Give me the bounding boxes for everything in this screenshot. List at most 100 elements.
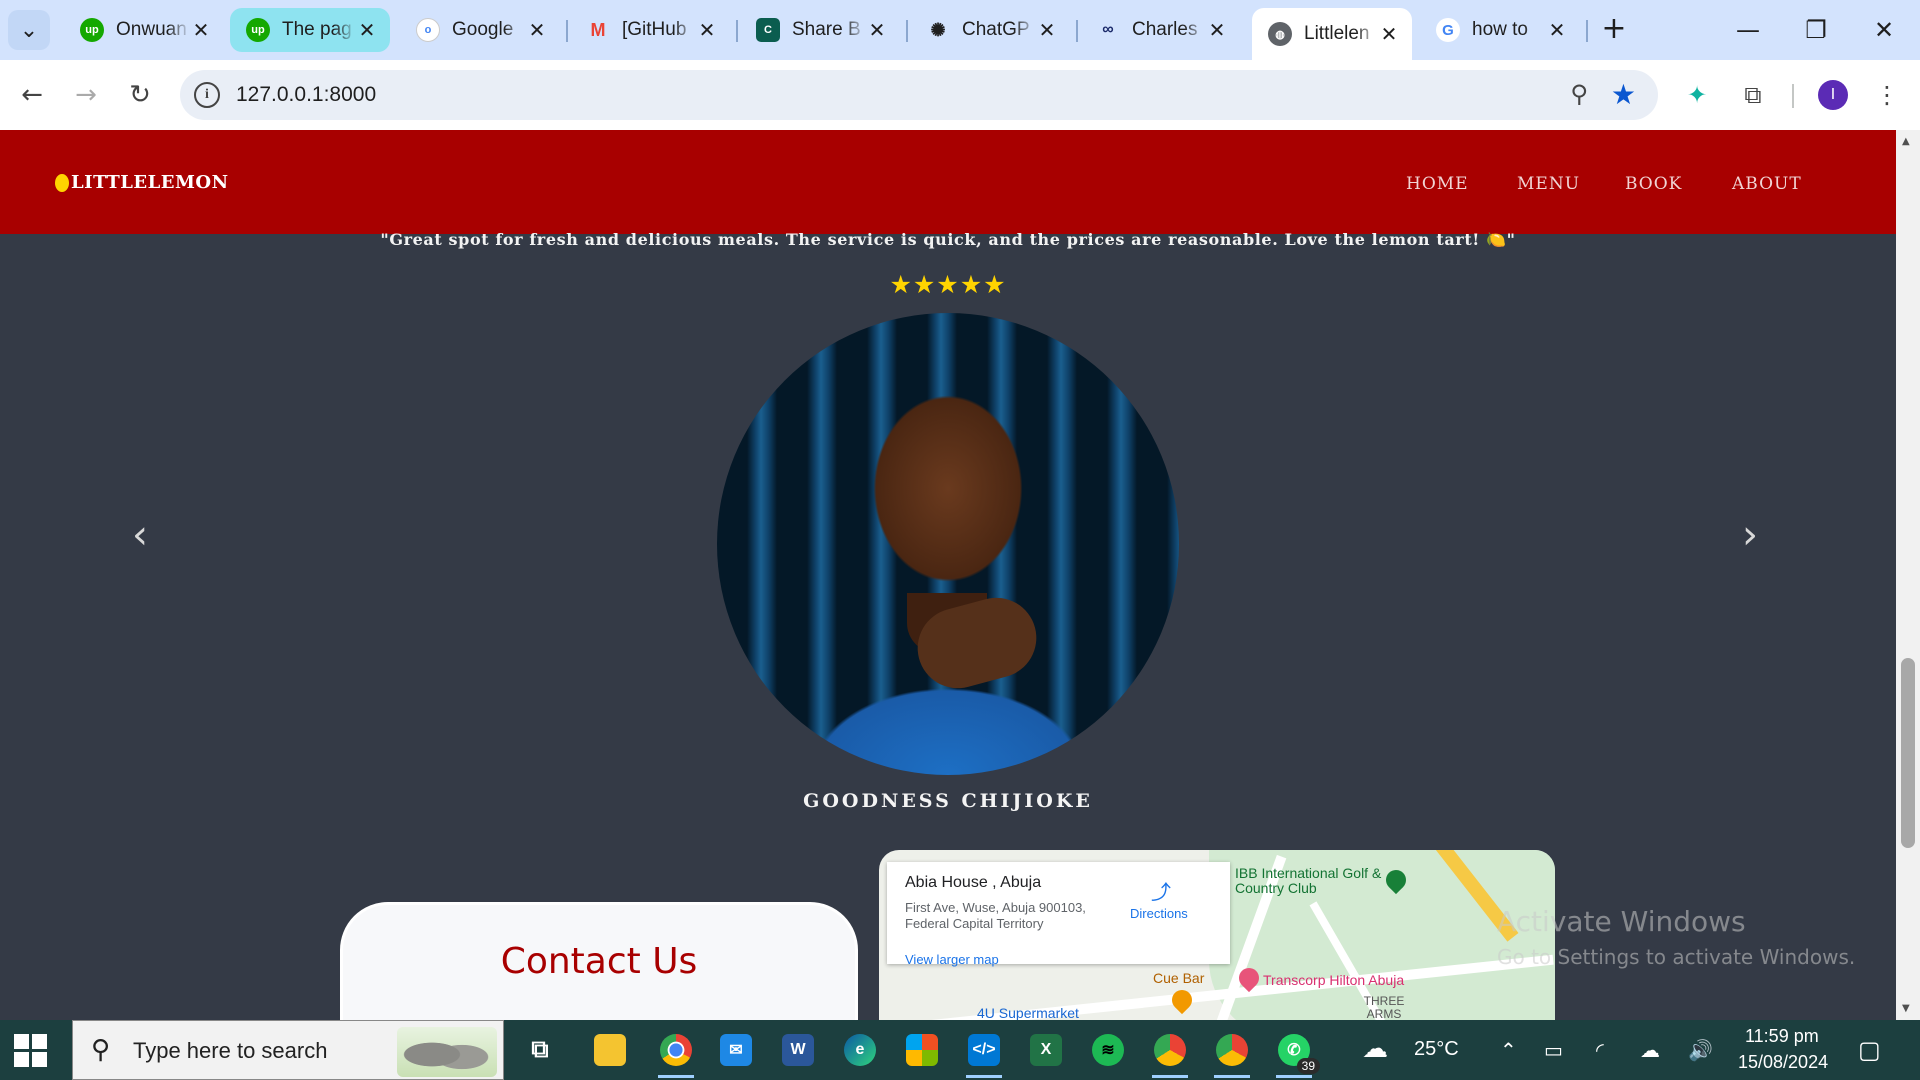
- tab[interactable]: C Share B ✕: [740, 8, 900, 52]
- map-label-three-arms-zone: THREE ARMS ZONE: [1363, 994, 1405, 1021]
- map-place-name: Abia House , Abuja: [905, 874, 1042, 891]
- clock-time[interactable]: 11:59 pm: [1745, 1026, 1819, 1047]
- windows-logo-icon: [14, 1052, 29, 1067]
- close-icon[interactable]: ✕: [1378, 22, 1400, 47]
- google-map-embed[interactable]: IBB International Golf & Country Club Cu…: [879, 850, 1555, 1020]
- site-info-icon[interactable]: i: [194, 82, 220, 108]
- reload-icon: ↻: [129, 80, 151, 110]
- close-icon[interactable]: ✕: [356, 18, 378, 43]
- windows-logo-icon: [32, 1034, 47, 1049]
- tab[interactable]: up The pag ✕: [230, 8, 390, 52]
- chrome-icon: [1154, 1034, 1186, 1066]
- clock-date[interactable]: 15/08/2024: [1738, 1052, 1828, 1073]
- chevron-up-icon[interactable]: ⌃: [1500, 1038, 1517, 1062]
- close-icon[interactable]: ✕: [866, 18, 888, 43]
- tab[interactable]: up Onwuan ✕: [64, 8, 224, 52]
- chatgpt-icon: ✺: [930, 19, 946, 40]
- bookmark-star-icon[interactable]: ★: [1611, 78, 1636, 111]
- tab-title: ChatGP: [962, 19, 1030, 40]
- close-window-button[interactable]: ✕: [1854, 8, 1914, 52]
- close-icon[interactable]: ✕: [696, 18, 718, 43]
- extensions-puzzle-icon[interactable]: ⧉: [1736, 78, 1770, 112]
- nav-home[interactable]: HOME: [1406, 174, 1469, 194]
- map-pin-icon[interactable]: [1167, 985, 1197, 1015]
- customer-portrait: [717, 313, 1179, 775]
- tab-title: Onwuan: [116, 19, 187, 40]
- reload-button[interactable]: ↻: [122, 77, 158, 113]
- excel-button[interactable]: X: [1022, 1028, 1070, 1072]
- address-bar[interactable]: i 127.0.0.1:8000 ⚲ ★: [180, 70, 1658, 120]
- file-explorer-button[interactable]: [586, 1028, 634, 1072]
- chrome-profile2-button[interactable]: [1146, 1028, 1194, 1078]
- edge-button[interactable]: e: [836, 1028, 884, 1072]
- onedrive-icon[interactable]: ☁: [1640, 1038, 1660, 1062]
- wifi-icon[interactable]: ◜: [1596, 1038, 1604, 1062]
- chrome-profile3-button[interactable]: [1208, 1028, 1256, 1078]
- store-icon: [906, 1034, 938, 1066]
- customer-name: GOODNESS CHIJIOKE: [803, 790, 1093, 812]
- chevron-down-icon: ⌄: [19, 17, 39, 43]
- restore-button[interactable]: ❐: [1786, 8, 1846, 52]
- ms-store-button[interactable]: [898, 1028, 946, 1072]
- whatsapp-button[interactable]: ✆ 39: [1270, 1028, 1320, 1078]
- word-button[interactable]: W: [774, 1028, 822, 1072]
- tab[interactable]: ✺ ChatGP ✕: [910, 8, 1070, 52]
- weather-cloud-icon[interactable]: ☁: [1362, 1034, 1388, 1064]
- nav-about[interactable]: ABOUT: [1732, 174, 1802, 194]
- tab[interactable]: ∞ Charles ✕: [1080, 8, 1240, 52]
- tab-title: Share B: [792, 19, 861, 40]
- rating-stars: ★★★★★: [889, 270, 1007, 299]
- contact-card: Contact Us: [340, 902, 858, 1020]
- close-icon[interactable]: ✕: [1546, 18, 1568, 43]
- carousel-prev-button[interactable]: ‹: [132, 512, 148, 558]
- battery-icon[interactable]: ▭: [1544, 1038, 1563, 1062]
- scrollbar-thumb[interactable]: [1901, 658, 1915, 848]
- chrome-taskbar-button[interactable]: [652, 1028, 700, 1078]
- directions-icon[interactable]: ⤴: [1149, 876, 1173, 904]
- menu-kebab-icon[interactable]: ⋮: [1870, 78, 1904, 112]
- notifications-icon[interactable]: ▢: [1858, 1036, 1881, 1064]
- tab[interactable]: M [GitHub ✕: [570, 8, 730, 52]
- vscode-button[interactable]: </>: [960, 1028, 1008, 1078]
- tab-search-button[interactable]: ⌄: [8, 10, 50, 50]
- scroll-up-icon[interactable]: ▲: [1902, 136, 1910, 147]
- nav-book[interactable]: BOOK: [1625, 174, 1682, 194]
- tab-active[interactable]: ◍ Littlelen ✕: [1252, 8, 1412, 60]
- close-icon[interactable]: ✕: [190, 18, 212, 43]
- nav-menu[interactable]: MENU: [1517, 174, 1580, 194]
- profile-avatar[interactable]: I: [1818, 80, 1848, 110]
- vscode-icon: </>: [968, 1034, 1000, 1066]
- page-scrollbar[interactable]: ▲ ▼: [1896, 130, 1920, 1020]
- directions-link[interactable]: Directions: [1130, 906, 1188, 921]
- close-icon[interactable]: ✕: [526, 18, 548, 43]
- tab-separator: [1586, 20, 1588, 42]
- weather-temperature[interactable]: 25°C: [1414, 1038, 1459, 1061]
- url-text[interactable]: 127.0.0.1:8000: [236, 83, 376, 107]
- zoom-icon[interactable]: ⚲: [1570, 80, 1588, 108]
- search-placeholder: Type here to search: [133, 1038, 328, 1063]
- forward-button[interactable]: →: [68, 77, 104, 113]
- volume-icon[interactable]: 🔊: [1688, 1038, 1713, 1062]
- close-icon[interactable]: ✕: [1206, 18, 1228, 43]
- tab-separator: [566, 20, 568, 42]
- spotify-button[interactable]: ≋: [1084, 1028, 1132, 1072]
- new-tab-button[interactable]: +: [1596, 12, 1632, 48]
- task-view-button[interactable]: ⧉: [516, 1028, 564, 1072]
- tab[interactable]: o Google ✕: [400, 8, 560, 52]
- taskbar-search-box[interactable]: ⚲ Type here to search: [72, 1020, 504, 1080]
- edge-icon: e: [844, 1034, 876, 1066]
- tab[interactable]: G how to ✕: [1420, 8, 1580, 52]
- back-button[interactable]: ←: [14, 77, 50, 113]
- gmail-icon: M: [590, 19, 606, 40]
- scroll-down-icon[interactable]: ▼: [1902, 1003, 1910, 1014]
- site-logo[interactable]: LITTLELEMON: [55, 172, 229, 193]
- view-larger-map-link[interactable]: View larger map: [905, 952, 999, 967]
- extension-bird-icon[interactable]: ✦: [1680, 78, 1714, 112]
- close-icon[interactable]: ✕: [1036, 18, 1058, 43]
- carousel-next-button[interactable]: ›: [1742, 512, 1758, 558]
- activate-windows-subtitle: Go to Settings to activate Windows.: [1497, 945, 1856, 969]
- arrow-right-icon: →: [75, 80, 97, 110]
- windows-start-button[interactable]: [14, 1034, 48, 1068]
- mail-button[interactable]: ✉: [712, 1028, 760, 1072]
- minimize-button[interactable]: —: [1718, 8, 1778, 52]
